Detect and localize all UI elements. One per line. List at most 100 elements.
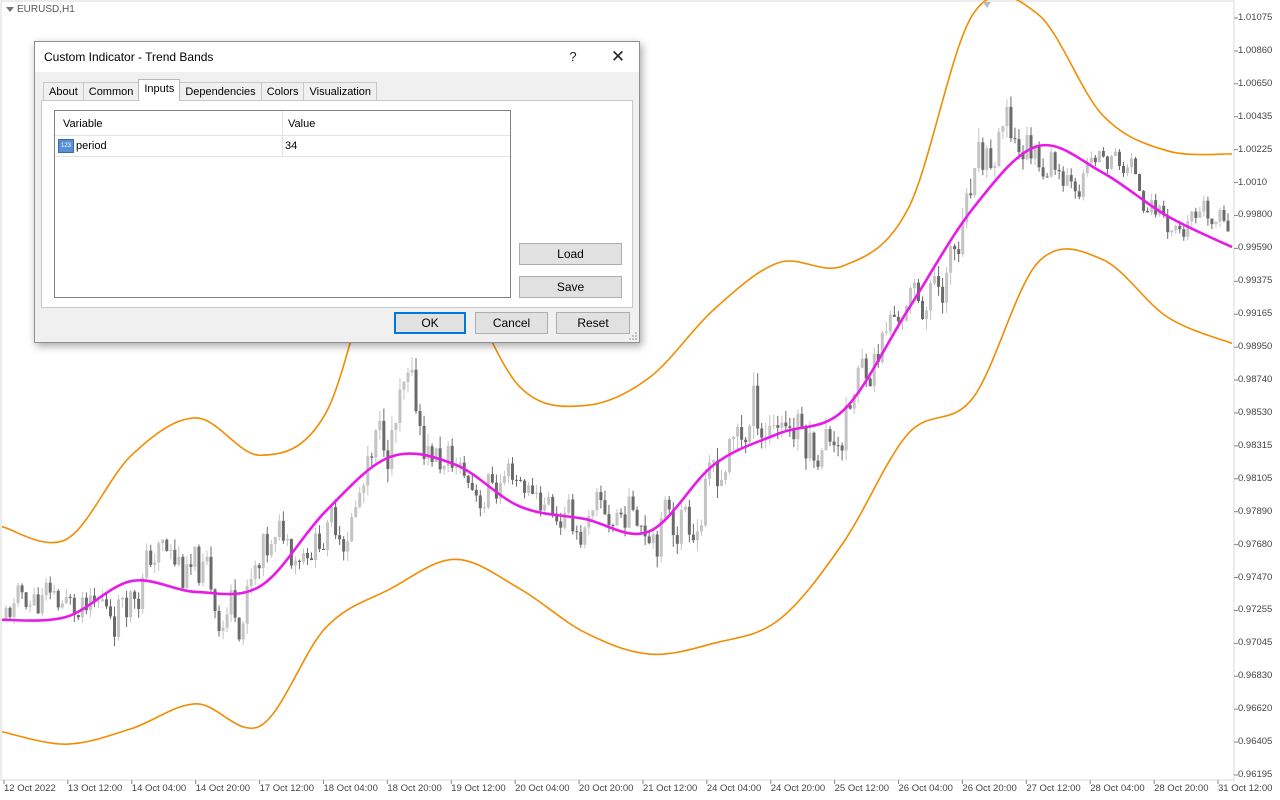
candle-body xyxy=(1029,135,1033,159)
candle-body xyxy=(1170,230,1174,233)
candle-body xyxy=(346,541,350,552)
tab-visualization[interactable]: Visualization xyxy=(303,82,378,101)
candle-body xyxy=(442,466,446,470)
dialog-title: Custom Indicator - Trend Bands xyxy=(44,50,214,64)
close-button[interactable]: ✕ xyxy=(607,46,629,68)
candle-body xyxy=(715,460,719,487)
candle-body xyxy=(314,533,318,561)
candle-body xyxy=(547,496,551,505)
candle-body xyxy=(687,506,691,535)
candle-body xyxy=(342,539,346,552)
price-tick-label: 1.00650 xyxy=(1238,77,1273,89)
candle-body xyxy=(977,142,981,169)
save-button[interactable]: Save xyxy=(519,276,622,298)
candle-body xyxy=(1198,211,1202,218)
candle-body xyxy=(221,627,225,631)
tab-colors[interactable]: Colors xyxy=(260,82,305,101)
candle-body xyxy=(334,507,338,536)
candle-body xyxy=(386,450,390,469)
resize-grip-icon[interactable] xyxy=(629,332,637,340)
time-tick-label: 31 Oct 12:00 xyxy=(1218,783,1273,794)
inputs-table[interactable]: Variable Value 123 period 34 xyxy=(54,110,511,298)
candle-body xyxy=(165,539,169,551)
column-separator[interactable] xyxy=(282,111,283,135)
price-tick-label: 0.99375 xyxy=(1238,275,1273,287)
tab-about[interactable]: About xyxy=(43,82,84,101)
candle-body xyxy=(394,422,398,430)
tab-common[interactable]: Common xyxy=(82,82,140,101)
candle-body xyxy=(293,560,297,566)
price-tick-label: 0.99165 xyxy=(1238,308,1273,320)
integer-type-icon: 123 xyxy=(58,139,74,153)
column-variable[interactable]: Variable xyxy=(63,118,103,130)
candle-body xyxy=(406,372,410,382)
tab-inputs[interactable]: Inputs xyxy=(138,79,181,101)
variable-value[interactable]: 34 xyxy=(285,140,297,152)
candle-body xyxy=(1053,152,1057,170)
candle-body xyxy=(527,485,531,493)
time-tick-label: 14 Oct 04:00 xyxy=(131,783,187,794)
candle-body xyxy=(322,548,326,550)
price-tick-label: 0.99590 xyxy=(1238,242,1273,254)
candle-body xyxy=(675,535,679,544)
candle-body xyxy=(125,597,129,618)
candle-body xyxy=(1081,173,1085,197)
candle-body xyxy=(1182,229,1186,237)
candle-body xyxy=(502,476,506,483)
candle-body xyxy=(828,429,832,442)
candle-body xyxy=(736,427,740,437)
candle-body xyxy=(695,531,699,541)
candle-body xyxy=(109,606,113,617)
candle-body xyxy=(1117,151,1121,166)
cancel-button[interactable]: Cancel xyxy=(475,312,548,334)
candle-body xyxy=(627,496,631,528)
candle-body xyxy=(330,507,334,523)
candle-body xyxy=(583,527,587,545)
candle-body xyxy=(619,512,623,515)
dialog-titlebar[interactable]: Custom Indicator - Trend Bands ? ✕ xyxy=(35,42,639,72)
candle-body xyxy=(575,531,579,533)
candle-body xyxy=(1126,167,1130,174)
candle-body xyxy=(1041,167,1045,177)
column-value[interactable]: Value xyxy=(288,118,315,130)
candle-body xyxy=(1178,225,1182,230)
table-row[interactable]: 123 period 34 xyxy=(55,136,510,157)
candle-body xyxy=(173,549,177,565)
load-button[interactable]: Load xyxy=(519,243,622,265)
reset-button[interactable]: Reset xyxy=(556,312,630,334)
price-tick-label: 0.97255 xyxy=(1238,604,1273,616)
candle-body xyxy=(925,310,929,319)
candle-body xyxy=(510,463,514,480)
ok-button[interactable]: OK xyxy=(394,312,466,334)
candle-body xyxy=(478,495,482,509)
candle-body xyxy=(1109,155,1113,169)
candle-body xyxy=(559,521,563,528)
candle-body xyxy=(969,193,973,196)
candle-body xyxy=(318,533,322,549)
candle-body xyxy=(820,450,824,467)
candle-body xyxy=(647,536,651,544)
price-tick-label: 1.0010 xyxy=(1238,176,1268,188)
candle-body xyxy=(981,142,985,170)
time-tick-label: 26 Oct 20:00 xyxy=(962,783,1017,794)
chart-menu-icon[interactable] xyxy=(6,7,14,12)
candle-body xyxy=(1113,151,1117,156)
candle-body xyxy=(1138,174,1142,191)
candle-body xyxy=(711,460,715,463)
time-tick-label: 28 Oct 20:00 xyxy=(1154,783,1209,794)
candle-body xyxy=(338,535,342,540)
candle-body xyxy=(430,446,434,463)
symbol-label: EURUSD,H1 xyxy=(6,4,75,15)
candle-body xyxy=(1105,156,1109,169)
candle-body xyxy=(121,597,125,600)
candle-body xyxy=(892,314,896,317)
tab-dependencies[interactable]: Dependencies xyxy=(179,82,262,101)
candle-body xyxy=(933,276,937,284)
candle-body xyxy=(137,598,141,610)
candle-body xyxy=(241,623,245,640)
candle-body xyxy=(732,436,736,440)
help-button[interactable]: ? xyxy=(562,46,584,68)
candle-body xyxy=(64,596,68,604)
candle-body xyxy=(301,552,305,562)
candle-body xyxy=(32,594,36,606)
